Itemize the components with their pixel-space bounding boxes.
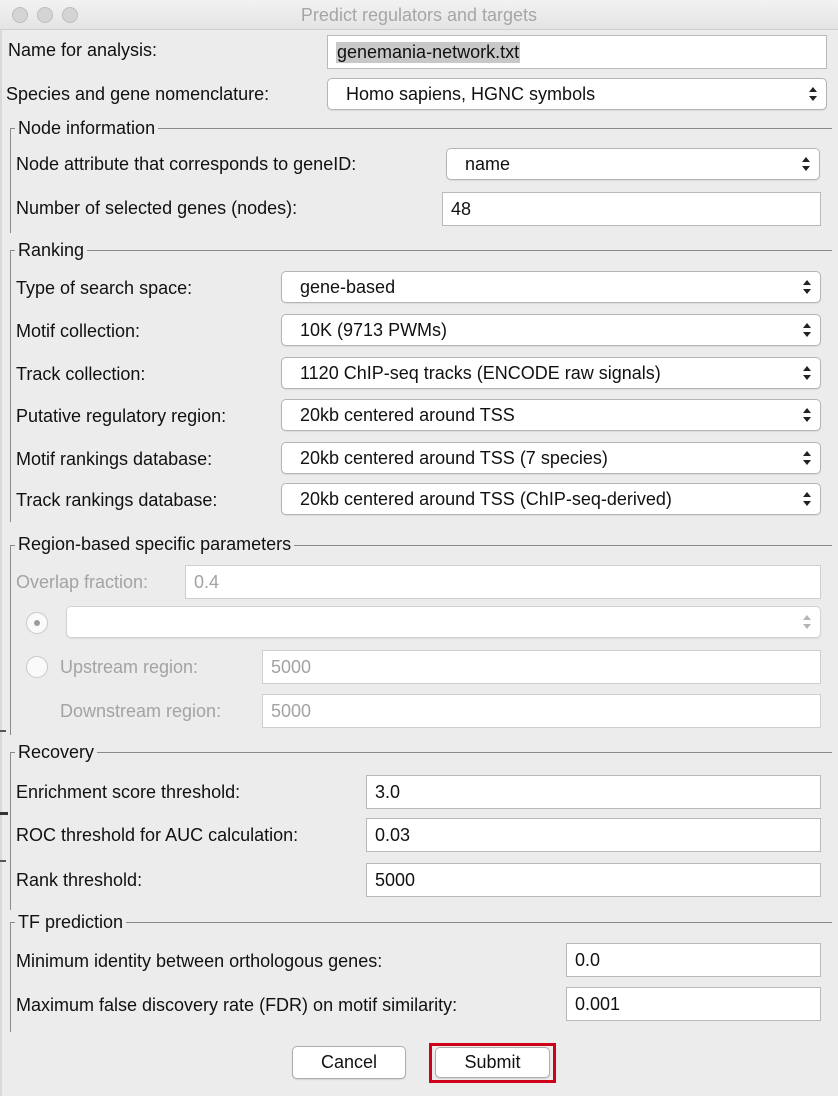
fdr-label: Maximum false discovery rate (FDR) on mo…	[16, 995, 458, 1015]
enrichment-label: Enrichment score threshold:	[16, 782, 241, 802]
node-attribute-label: Node attribute that corresponds to geneI…	[16, 154, 357, 174]
selected-genes-field[interactable]: 48	[442, 192, 821, 226]
tf-prediction-title: TF prediction	[15, 912, 127, 933]
recovery-title: Recovery	[15, 742, 98, 763]
overlap-value: 0.4	[194, 571, 220, 592]
downstream-value: 5000	[271, 700, 312, 721]
select-arrows-icon	[802, 614, 812, 630]
background-window-edge	[0, 730, 6, 732]
track-db-select[interactable]: 20kb centered around TSS (ChIP-seq-deriv…	[281, 483, 821, 515]
selected-genes-value: 48	[451, 198, 472, 219]
search-space-value: gene-based	[300, 276, 396, 297]
rank-value: 5000	[375, 869, 416, 890]
track-collection-label: Track collection:	[16, 364, 146, 384]
window-title: Predict regulators and targets	[300, 5, 538, 25]
window-edge	[0, 30, 2, 1096]
region-combo-radio[interactable]	[26, 612, 48, 634]
upstream-radio[interactable]	[26, 656, 48, 678]
rank-label: Rank threshold:	[16, 870, 143, 890]
upstream-label: Upstream region:	[60, 657, 199, 677]
species-label: Species and gene nomenclature:	[6, 84, 270, 104]
select-arrows-icon	[802, 407, 812, 423]
identity-field[interactable]: 0.0	[566, 943, 821, 977]
ranking-title: Ranking	[15, 240, 88, 261]
roc-value: 0.03	[375, 824, 411, 845]
roc-label: ROC threshold for AUC calculation:	[16, 825, 299, 845]
species-select[interactable]: Homo sapiens, HGNC symbols	[327, 78, 827, 110]
cancel-button[interactable]: Cancel	[292, 1046, 406, 1079]
region-type-select[interactable]	[66, 606, 821, 638]
background-window-edge	[0, 860, 6, 862]
region-title: Region-based specific parameters	[15, 534, 295, 555]
downstream-label: Downstream region:	[60, 701, 222, 721]
roc-field[interactable]: 0.03	[366, 818, 821, 852]
select-arrows-icon	[802, 365, 812, 381]
background-window-edge	[0, 812, 8, 815]
motif-db-label: Motif rankings database:	[16, 449, 213, 469]
select-arrows-icon	[802, 491, 812, 507]
analysis-name-label: Name for analysis:	[8, 40, 158, 60]
select-arrows-icon	[802, 322, 812, 338]
overlap-field[interactable]: 0.4	[185, 565, 821, 599]
motif-collection-select[interactable]: 10K (9713 PWMs)	[281, 314, 821, 346]
regulatory-region-value: 20kb centered around TSS	[300, 404, 515, 425]
analysis-name-field[interactable]: genemania-network.txt	[327, 35, 827, 69]
identity-value: 0.0	[575, 949, 601, 970]
species-value: Homo sapiens, HGNC symbols	[346, 83, 596, 104]
fdr-field[interactable]: 0.001	[566, 987, 821, 1021]
motif-collection-value: 10K (9713 PWMs)	[300, 319, 448, 340]
analysis-name-value: genemania-network.txt	[336, 41, 521, 63]
motif-db-value: 20kb centered around TSS (7 species)	[300, 447, 608, 468]
overlap-label: Overlap fraction:	[16, 572, 149, 592]
enrichment-value: 3.0	[375, 781, 401, 802]
rank-field[interactable]: 5000	[366, 863, 821, 897]
node-attribute-value: name	[465, 153, 511, 174]
track-collection-select[interactable]: 1120 ChIP-seq tracks (ENCODE raw signals…	[281, 357, 821, 389]
motif-collection-label: Motif collection:	[16, 321, 141, 341]
motif-db-select[interactable]: 20kb centered around TSS (7 species)	[281, 442, 821, 474]
node-information-title: Node information	[15, 118, 159, 139]
select-arrows-icon	[801, 156, 811, 172]
regulatory-region-select[interactable]: 20kb centered around TSS	[281, 399, 821, 431]
select-arrows-icon	[808, 86, 818, 102]
identity-label: Minimum identity between orthologous gen…	[16, 951, 383, 971]
selected-genes-label: Number of selected genes (nodes):	[16, 198, 298, 218]
downstream-field[interactable]: 5000	[262, 694, 821, 728]
track-db-value: 20kb centered around TSS (ChIP-seq-deriv…	[300, 488, 672, 509]
track-db-label: Track rankings database:	[16, 490, 218, 510]
submit-button[interactable]: Submit	[435, 1047, 550, 1078]
node-attribute-select[interactable]: name	[446, 148, 820, 180]
fdr-value: 0.001	[575, 993, 621, 1014]
enrichment-field[interactable]: 3.0	[366, 775, 821, 809]
select-arrows-icon	[802, 279, 812, 295]
search-space-label: Type of search space:	[16, 278, 193, 298]
upstream-value: 5000	[271, 656, 312, 677]
select-arrows-icon	[802, 450, 812, 466]
regulatory-region-label: Putative regulatory region:	[16, 406, 227, 426]
upstream-field[interactable]: 5000	[262, 650, 821, 684]
title-bar: Predict regulators and targets	[0, 0, 838, 30]
search-space-select[interactable]: gene-based	[281, 271, 821, 303]
track-collection-value: 1120 ChIP-seq tracks (ENCODE raw signals…	[300, 362, 661, 383]
